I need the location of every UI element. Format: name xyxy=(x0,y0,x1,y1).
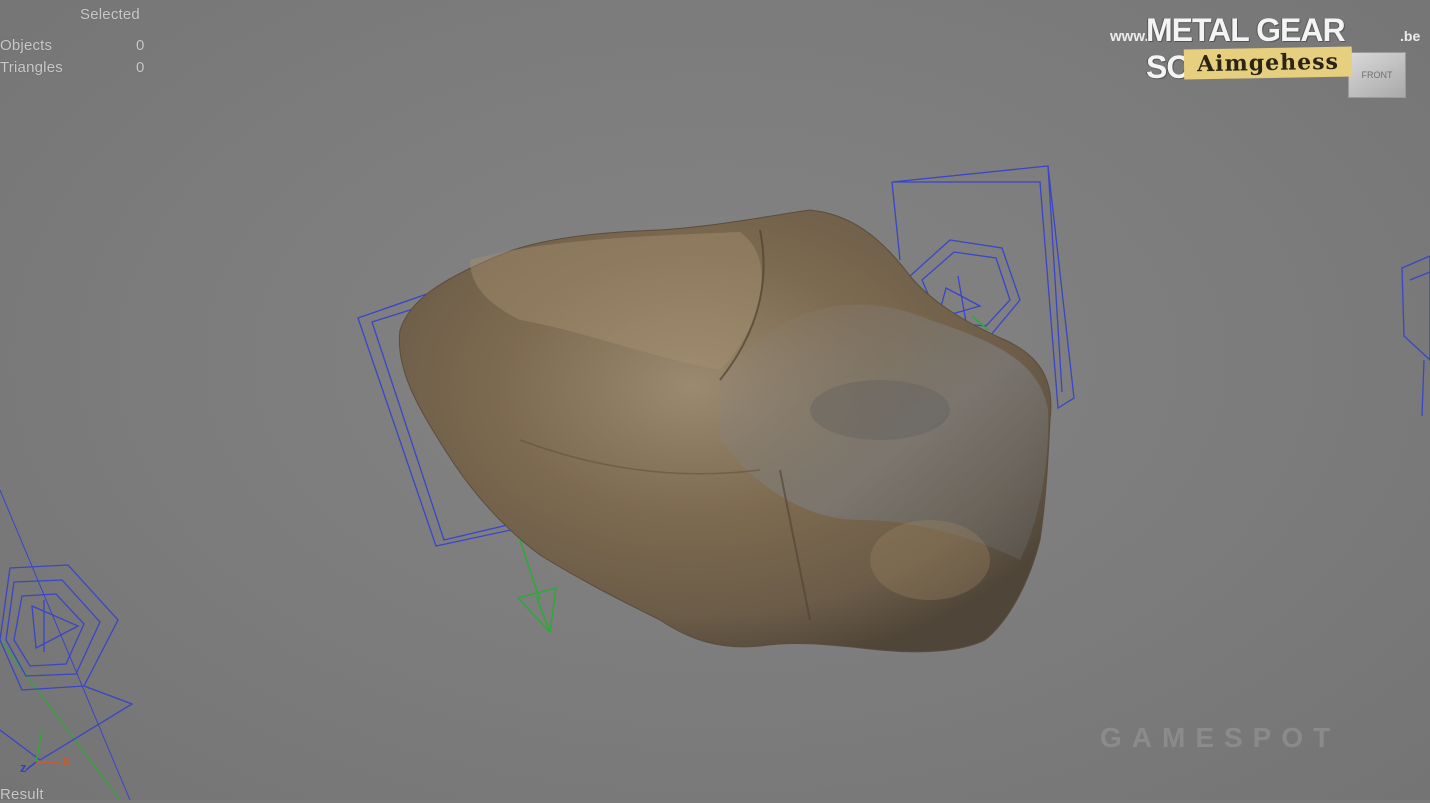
3d-viewport[interactable]: Selected Objects 0 Triangles 0 Result X … xyxy=(0,0,1430,803)
viewport-scene[interactable] xyxy=(0,0,1430,800)
watermark-prefix: www. xyxy=(1110,28,1149,45)
stats-triangles-value: 0 xyxy=(136,59,145,76)
axis-z-label: z xyxy=(20,760,27,775)
camera-gizmo-left[interactable] xyxy=(0,564,134,761)
watermark-tagline: Aimgehess xyxy=(1183,46,1353,80)
stats-selected-header: Selected xyxy=(80,6,140,23)
site-watermark-logo: FRONT www. METAL GEAR SOLID .be Aimgehes… xyxy=(1110,8,1420,98)
result-label: Result xyxy=(0,786,44,803)
rock-mesh[interactable] xyxy=(398,209,1052,653)
watermark-suffix: .be xyxy=(1400,28,1421,44)
gamespot-watermark: GAMESPOT xyxy=(1100,722,1341,753)
axis-triad-left xyxy=(25,729,60,771)
axis-x-label: X xyxy=(62,754,71,769)
stats-objects-label: Objects xyxy=(0,37,53,54)
stats-triangles-label: Triangles xyxy=(0,59,63,76)
camera-gizmo-far-right[interactable] xyxy=(1401,255,1430,417)
stats-objects-value: 0 xyxy=(136,37,145,54)
